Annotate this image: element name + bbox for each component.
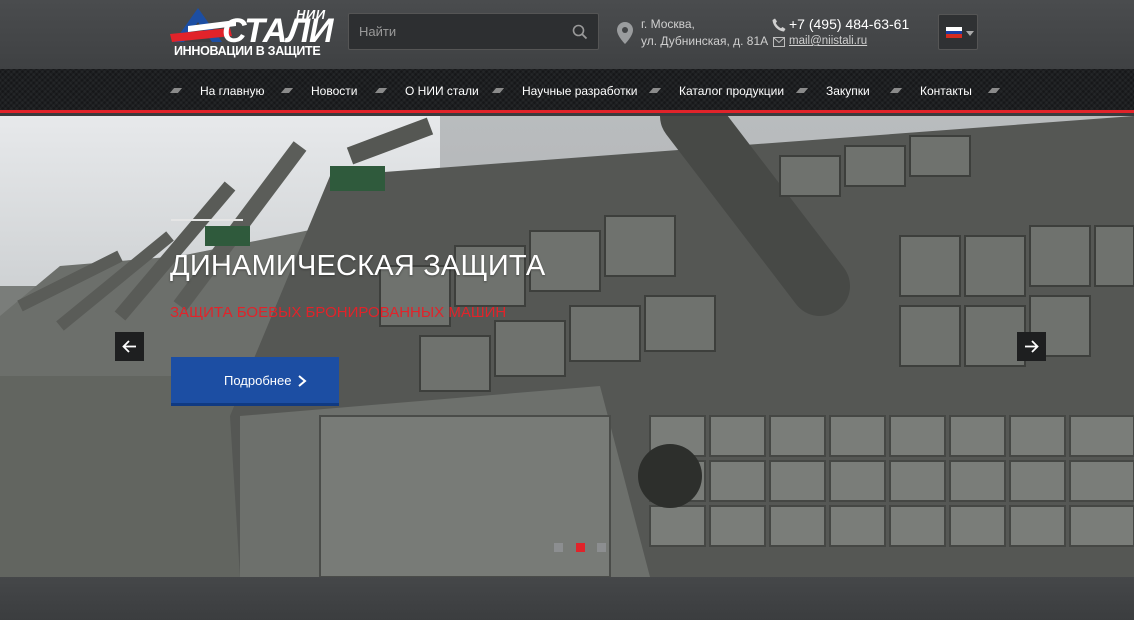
hero-slider: ДИНАМИЧЕСКАЯ ЗАЩИТА ЗАЩИТА БОЕВЫХ БРОНИР… xyxy=(0,116,1134,577)
search-input[interactable] xyxy=(349,14,564,49)
arrow-left-icon xyxy=(122,340,136,353)
slider-dot-1[interactable] xyxy=(554,543,563,552)
nav-item-contacts[interactable]: Контакты xyxy=(920,84,972,98)
nav-item-purchases[interactable]: Закупки xyxy=(826,84,870,98)
nav-separator xyxy=(491,88,505,93)
search-icon[interactable] xyxy=(572,24,588,40)
arrow-right-icon xyxy=(1025,340,1039,353)
nav-separator xyxy=(795,88,809,93)
address-line-1: г. Москва, xyxy=(641,17,695,31)
search-box xyxy=(348,13,599,50)
language-selector[interactable] xyxy=(938,14,978,50)
nav-item-research[interactable]: Научные разработки xyxy=(522,84,638,98)
nav-item-news[interactable]: Новости xyxy=(311,84,357,98)
nav-separator xyxy=(374,88,388,93)
email-link[interactable]: mail@niistali.ru xyxy=(789,35,867,47)
nav-separator xyxy=(987,88,1001,93)
chevron-right-icon xyxy=(298,375,307,387)
nav-item-catalog[interactable]: Каталог продукции xyxy=(679,84,784,98)
site-header: НИИ СТАЛИ ИННОВАЦИИ В ЗАЩИТЕ г. Москва, … xyxy=(0,0,1134,69)
chevron-down-icon xyxy=(966,31,974,36)
hero-tank-image xyxy=(0,116,1134,577)
russian-flag-icon xyxy=(946,27,962,38)
phone-number[interactable]: +7 (495) 484-63-61 xyxy=(789,16,909,32)
phone-icon xyxy=(772,18,786,32)
more-button[interactable]: Подробнее xyxy=(171,357,339,406)
address-line-2: ул. Дубнинская, д. 81А xyxy=(641,34,769,48)
nav-separator xyxy=(169,88,183,93)
nav-item-about[interactable]: О НИИ стали xyxy=(405,84,479,98)
nav-separator xyxy=(280,88,294,93)
slider-dot-2[interactable] xyxy=(576,543,585,552)
slider-dot-3[interactable] xyxy=(597,543,606,552)
location-pin-icon xyxy=(617,22,633,44)
main-nav: На главную Новости О НИИ стали Научные р… xyxy=(0,69,1134,113)
mail-icon xyxy=(773,37,785,47)
below-hero-band xyxy=(0,577,1134,620)
slider-next-button[interactable] xyxy=(1017,332,1046,361)
nav-separator xyxy=(889,88,903,93)
site-logo[interactable]: НИИ СТАЛИ ИННОВАЦИИ В ЗАЩИТЕ xyxy=(170,6,334,62)
logo-name-text: СТАЛИ xyxy=(222,12,334,50)
slider-prev-button[interactable] xyxy=(115,332,144,361)
logo-tagline: ИННОВАЦИИ В ЗАЩИТЕ xyxy=(174,44,321,58)
nav-separator xyxy=(648,88,662,93)
hero-title: ДИНАМИЧЕСКАЯ ЗАЩИТА xyxy=(170,250,546,282)
hero-accent-line xyxy=(171,219,243,221)
more-button-label: Подробнее xyxy=(224,373,292,388)
nav-item-home[interactable]: На главную xyxy=(200,84,264,98)
hero-subtitle: ЗАЩИТА БОЕВЫХ БРОНИРОВАННЫХ МАШИН xyxy=(170,304,507,321)
